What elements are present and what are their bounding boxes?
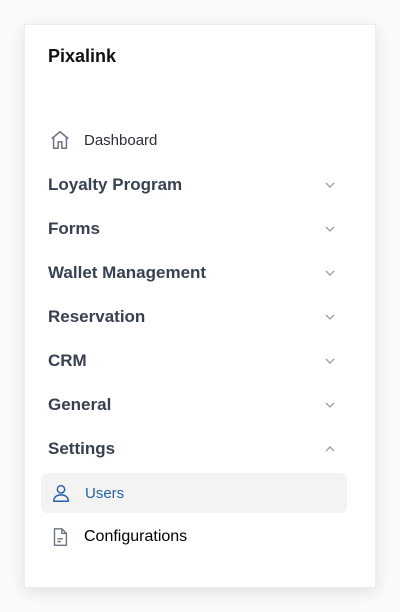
sidebar-item-label: Users <box>85 484 125 502</box>
user-icon <box>49 481 73 505</box>
sidebar-group-label: CRM <box>48 351 87 370</box>
sidebar-group-reservation[interactable]: Reservation <box>48 295 337 339</box>
document-icon <box>48 525 72 549</box>
sidebar-group-label: Reservation <box>48 307 146 326</box>
chevron-down-icon <box>324 311 336 323</box>
sidebar-group-label: Settings <box>48 439 116 458</box>
chevron-up-icon <box>324 443 336 455</box>
sidebar-group-label: Loyalty Program <box>48 175 183 194</box>
sidebar-group-wallet-management[interactable]: Wallet Management <box>48 251 337 295</box>
sidebar-group-general[interactable]: General <box>48 383 337 427</box>
chevron-down-icon <box>324 399 336 411</box>
sidebar-item-label: Configurations <box>84 528 188 545</box>
sidebar-group-settings[interactable]: Settings <box>48 427 337 471</box>
chevron-down-icon <box>324 223 336 235</box>
sidebar-group-forms[interactable]: Forms <box>48 207 337 251</box>
chevron-down-icon <box>324 267 336 279</box>
sidebar-group-crm[interactable]: CRM <box>48 339 337 383</box>
chevron-down-icon <box>324 179 336 191</box>
sidebar-group-label: Forms <box>48 219 100 238</box>
sidebar-item-users[interactable]: Users <box>41 473 347 513</box>
sidebar-panel: Pixalink Dashboard Loyalty Program Forms… <box>24 24 376 588</box>
brand-title: Pixalink <box>48 46 117 66</box>
sidebar-group-label: Wallet Management <box>48 263 207 282</box>
sidebar-item-configurations[interactable]: Configurations <box>48 517 187 557</box>
sidebar-group-label: General <box>48 395 112 414</box>
home-icon <box>48 128 72 152</box>
sidebar-item-label: Dashboard <box>84 131 158 149</box>
sidebar-item-dashboard[interactable]: Dashboard <box>25 118 377 162</box>
sidebar-group-loyalty-program[interactable]: Loyalty Program <box>48 163 337 207</box>
chevron-down-icon <box>324 355 336 367</box>
